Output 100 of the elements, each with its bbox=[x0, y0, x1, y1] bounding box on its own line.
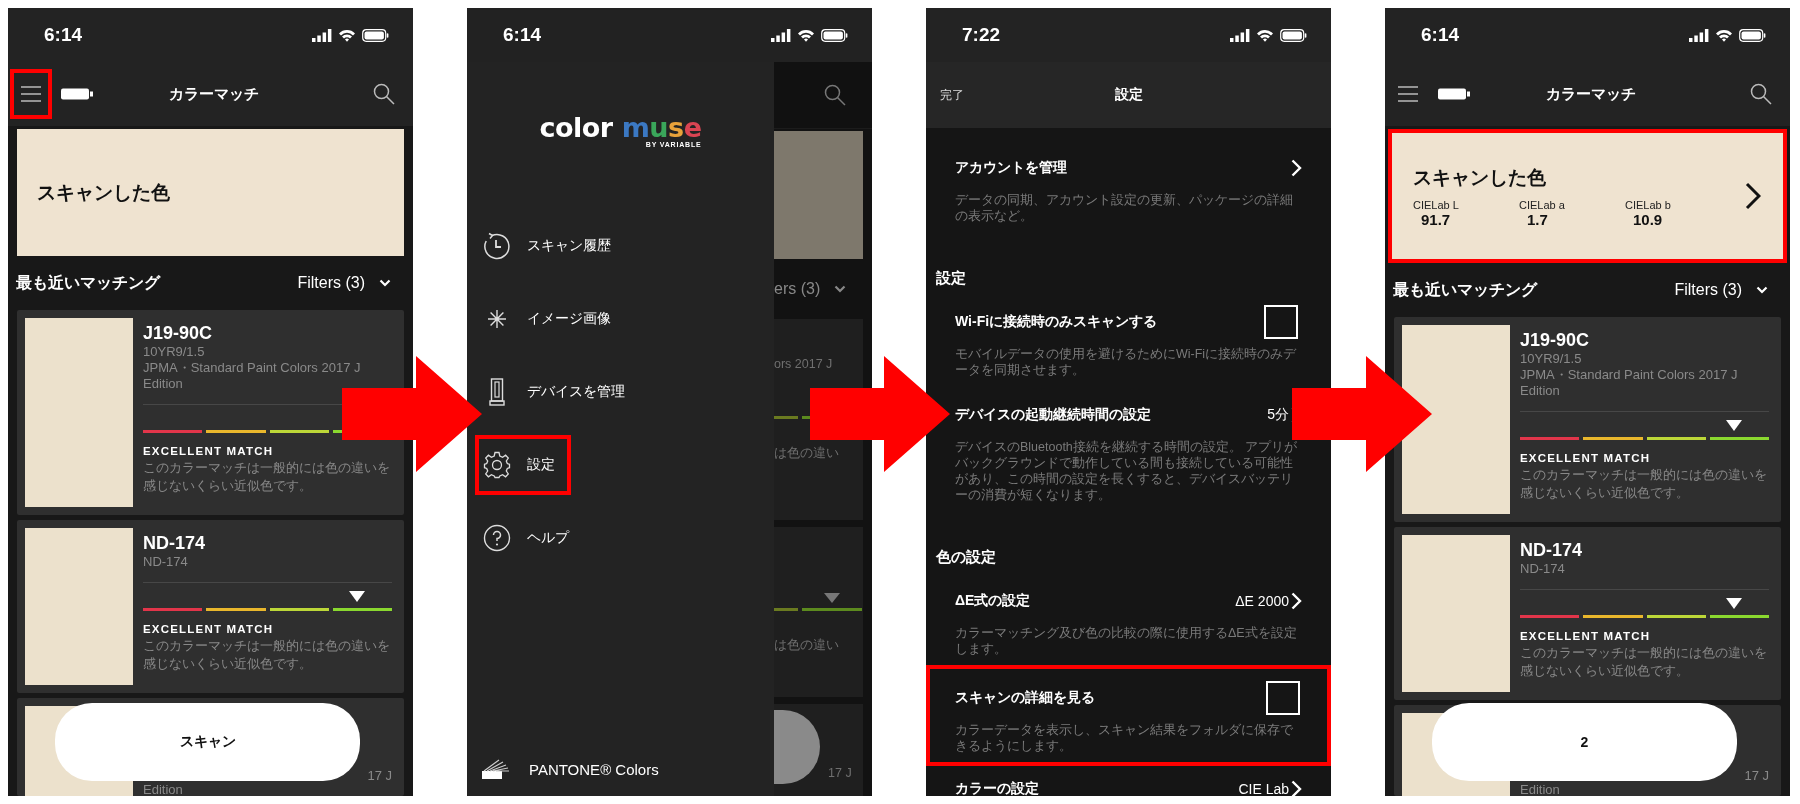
settings-icon bbox=[483, 451, 511, 479]
match-source: 17 J bbox=[367, 769, 392, 782]
menu-icon bbox=[1397, 85, 1419, 103]
filters-dropdown[interactable]: Filters (3) bbox=[297, 274, 391, 292]
signal-icon bbox=[1689, 28, 1709, 42]
match-name: J19-90C bbox=[1520, 329, 1591, 351]
scanned-color-card[interactable]: スキャンした色 bbox=[17, 129, 404, 256]
setting-title: Wi-Fiに接続時のみスキャンする bbox=[955, 313, 1159, 331]
scan-button[interactable]: スキャン bbox=[55, 703, 360, 781]
signal-icon bbox=[1230, 28, 1250, 42]
chevron-icon bbox=[1291, 159, 1302, 177]
match-source: Edition bbox=[143, 783, 184, 796]
menu-item[interactable]: ヘルプ bbox=[475, 508, 585, 568]
dimmed-source: ors 2017 J bbox=[774, 357, 834, 371]
scanned-color-label: スキャンした色 bbox=[1413, 165, 1547, 190]
checkbox[interactable] bbox=[1266, 681, 1300, 715]
match-source: JPMA・Standard Paint Colors 2017 J Edition bbox=[143, 360, 362, 392]
chevron-icon bbox=[1291, 592, 1302, 610]
battery-icon bbox=[1739, 28, 1766, 42]
caret-icon bbox=[379, 279, 391, 287]
chevron-icon bbox=[1291, 780, 1302, 796]
wifi-icon bbox=[1256, 28, 1274, 42]
caret-icon bbox=[834, 285, 847, 293]
setting-value: ΔE 2000 bbox=[1235, 593, 1289, 609]
match-code: ND-174 bbox=[1520, 561, 1566, 577]
screen-title: カラーマッチ bbox=[1544, 84, 1637, 104]
reading-value: 10.9 bbox=[1633, 210, 1663, 228]
logo-wordmark: color muse bbox=[539, 112, 702, 143]
setting-title: ΔE式の設定 bbox=[955, 592, 1032, 610]
status-time: 6:14 bbox=[503, 24, 542, 46]
pantone-link[interactable]: PANTONE® Colors bbox=[529, 760, 659, 778]
menu-item[interactable]: スキャン履歴 bbox=[475, 216, 627, 276]
settings-row[interactable]: Wi-Fiに接続時のみスキャンする モバイルデータの使用を避けるためにWi-Fiに接続時のみデータを同期させます。 bbox=[926, 299, 1331, 392]
match-source: Edition bbox=[1520, 783, 1561, 796]
match-source: 17 J bbox=[1744, 769, 1769, 782]
dimmed-description: は色の違い bbox=[774, 637, 840, 654]
search-icon[interactable] bbox=[373, 83, 395, 105]
match-rating: EXCELLENT MATCH bbox=[143, 623, 275, 635]
menu-item[interactable]: デバイスを管理 bbox=[475, 362, 641, 422]
signal-icon bbox=[771, 28, 791, 42]
match-code: 10YR9/1.5 bbox=[1520, 351, 1583, 367]
setting-description: カラーデータを表示し、スキャン結果をフォルダに保存できるようにします。 bbox=[955, 722, 1294, 754]
match-rating: EXCELLENT MATCH bbox=[143, 445, 275, 457]
section-heading: 最も近いマッチング bbox=[16, 272, 160, 293]
reading-label: CIELab a bbox=[1519, 198, 1565, 211]
battery-icon bbox=[60, 87, 94, 101]
setting-description: モバイルデータの使用を避けるためにWi-Fiに接続時のみデータを同期させます。 bbox=[955, 346, 1298, 378]
status-time: 7:22 bbox=[962, 24, 1001, 46]
filters-dropdown[interactable]: Filters (3) bbox=[1674, 281, 1768, 299]
reading-value: 91.7 bbox=[1421, 210, 1451, 228]
menu-item[interactable]: イメージ画像 bbox=[475, 289, 627, 349]
search-icon[interactable] bbox=[1750, 83, 1772, 105]
scan-button[interactable]: 2 bbox=[1432, 703, 1737, 781]
section-heading: 最も近いマッチング bbox=[1393, 279, 1537, 300]
checkbox[interactable] bbox=[1264, 305, 1298, 339]
setting-value: 5分 bbox=[1267, 406, 1289, 424]
menu-item[interactable]: 設定 bbox=[475, 435, 571, 495]
caret-icon bbox=[1756, 286, 1768, 294]
match-card[interactable]: スキャン 17 J Edition bbox=[17, 698, 404, 796]
setting-title: スキャンの詳細を見る bbox=[955, 689, 1096, 707]
setting-value: CIE Lab bbox=[1238, 781, 1289, 796]
signal-icon bbox=[312, 28, 332, 42]
screen-title: 設定 bbox=[1114, 86, 1143, 104]
status-time: 6:14 bbox=[1421, 24, 1460, 46]
setting-description: カラーマッチング及び色の比較の際に使用するΔE式を設定します。 bbox=[955, 625, 1298, 657]
done-button[interactable]: 完了 bbox=[940, 86, 980, 104]
match-name: J19-90C bbox=[143, 322, 214, 344]
scanned-color-label: スキャンした色 bbox=[37, 180, 171, 205]
match-code: 10YR9/1.5 bbox=[143, 344, 206, 360]
settings-row[interactable]: スキャンの詳細を見る カラーデータを表示し、スキャン結果をフォルダに保存できるようにします。 bbox=[926, 665, 1331, 766]
settings-row[interactable]: アカウントを管理 データの同期、アカウント設定の更新、パッケージの詳細の表示など。 bbox=[926, 145, 1331, 238]
battery-icon bbox=[821, 28, 848, 42]
match-rating: EXCELLENT MATCH bbox=[1520, 630, 1652, 642]
search-icon bbox=[824, 84, 846, 106]
settings-row[interactable]: カラーの設定 CIE Lab bbox=[926, 766, 1331, 796]
wifi-icon bbox=[1715, 28, 1733, 42]
help-icon bbox=[483, 524, 511, 552]
reading-value: 1.7 bbox=[1527, 210, 1548, 228]
status-time: 6:14 bbox=[44, 24, 83, 46]
scanned-color-card[interactable]: スキャンした色 CIELab L 91.7 CIELab a 1.7 CIELab b 10.9 bbox=[1388, 129, 1787, 263]
setting-description: データの同期、アカウント設定の更新、パッケージの詳細の表示など。 bbox=[955, 192, 1294, 224]
fan-deck-icon bbox=[481, 758, 511, 780]
dimmed-filters: ers (3) bbox=[774, 280, 821, 298]
menu-icon bbox=[20, 85, 42, 103]
dimmed-source: 17 J bbox=[828, 766, 852, 780]
match-source: JPMA・Standard Paint Colors 2017 J Edition bbox=[1520, 367, 1739, 399]
wifi-icon bbox=[338, 28, 356, 42]
setting-title: デバイスの起動継続時間の設定 bbox=[955, 406, 1152, 424]
wifi-icon bbox=[797, 28, 815, 42]
menu-button[interactable] bbox=[10, 69, 52, 119]
match-name: ND-174 bbox=[143, 532, 207, 554]
match-rating: EXCELLENT MATCH bbox=[1520, 452, 1652, 464]
section-heading: 設定 bbox=[935, 268, 967, 288]
setting-title: カラーの設定 bbox=[955, 780, 1040, 796]
dimmed-description: は色の違い bbox=[774, 445, 840, 462]
match-name: ND-174 bbox=[1520, 539, 1584, 561]
battery-icon bbox=[362, 28, 389, 42]
setting-title: アカウントを管理 bbox=[955, 159, 1068, 177]
match-card[interactable]: 2 17 J Edition bbox=[1394, 705, 1781, 796]
section-heading: 色の設定 bbox=[935, 547, 997, 567]
